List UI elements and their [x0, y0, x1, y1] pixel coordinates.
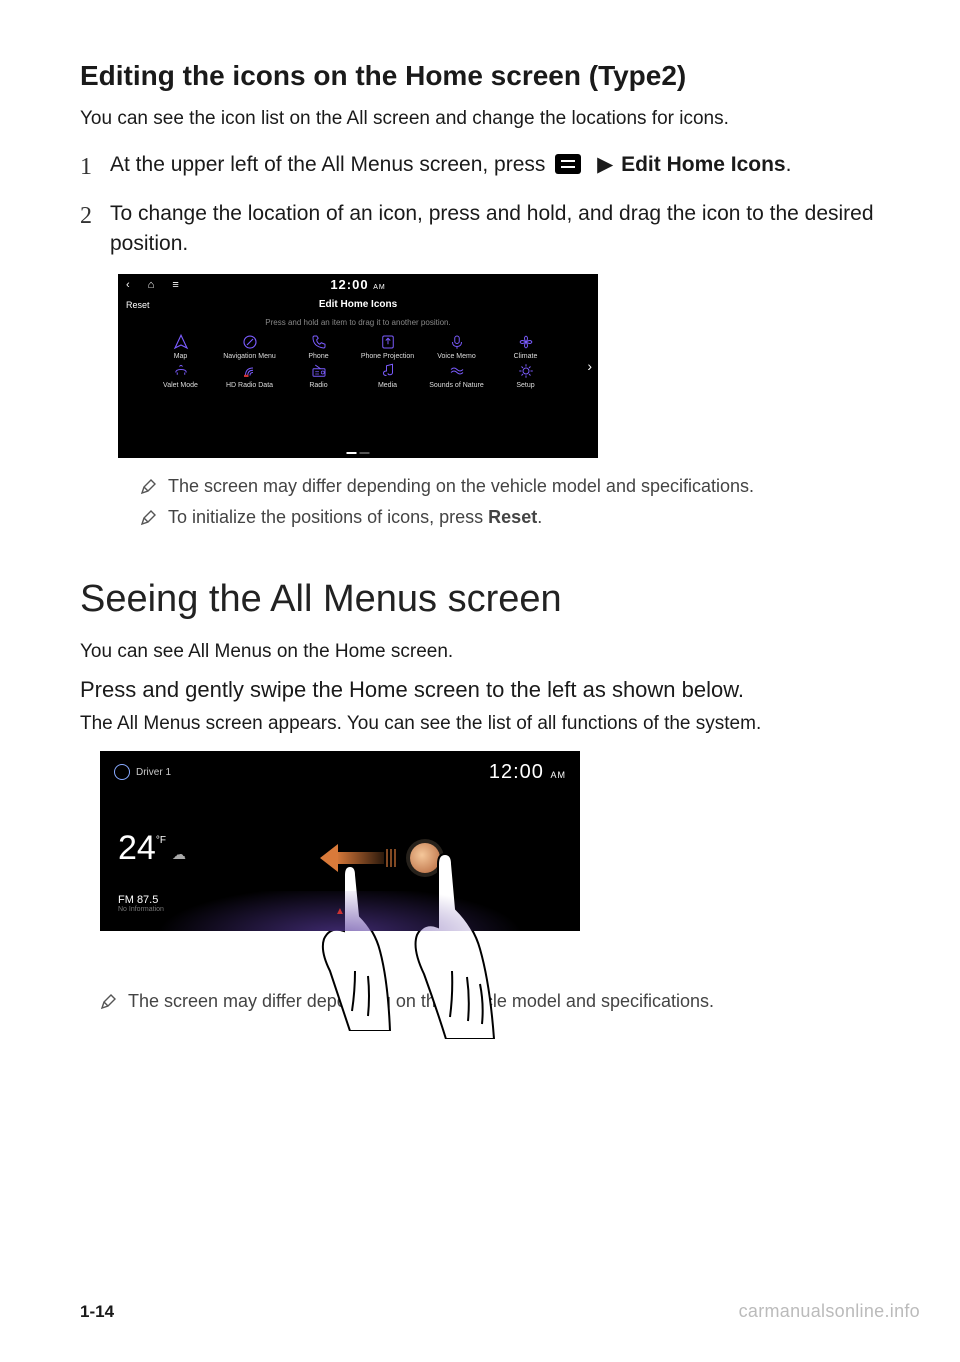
chevron-right-icon: › — [587, 358, 592, 374]
pencil-icon — [140, 479, 156, 495]
cell-media: Media — [355, 362, 420, 390]
cell-voice-memo: Voice Memo — [424, 333, 489, 361]
hamburger-icon: ≡ — [172, 279, 178, 291]
step-1: 1 At the upper left of the All Menus scr… — [80, 150, 880, 185]
reset-button: Reset — [126, 300, 150, 310]
caret-up-icon: ▲ — [335, 906, 345, 917]
step1-pre: At the upper left of the All Menus scree… — [110, 153, 551, 176]
edit-home-icons-screenshot: ‹ ⌂ ≡ 12:00 AM Reset Edit Home Icons Pre… — [118, 274, 598, 458]
home-screen-screenshot: Driver 1 12:00 AM 24°F☁ FM 87.5 No Infor… — [100, 751, 580, 931]
pencil-icon — [140, 510, 156, 526]
section2-sub: The All Menus screen appears. You can se… — [80, 713, 880, 735]
note-1: The screen may differ depending on the v… — [140, 476, 880, 497]
temperature-display: 24°F☁ — [118, 829, 186, 868]
steps-list: 1 At the upper left of the All Menus scr… — [80, 150, 880, 260]
cell-hd-radio-data: HD Radio Data — [217, 362, 282, 390]
caret-icon: ▶ — [597, 150, 613, 180]
section1-intro: You can see the icon list on the All scr… — [80, 108, 880, 130]
step2-text: To change the location of an icon, press… — [110, 199, 880, 260]
cell-phone-projection: Phone Projection — [355, 333, 420, 361]
section1-notes: The screen may differ depending on the v… — [140, 476, 880, 528]
pencil-icon — [100, 994, 116, 1010]
step1-period: . — [786, 153, 792, 176]
section1-title: Editing the icons on the Home screen (Ty… — [80, 60, 880, 92]
step-number-2: 2 — [80, 199, 110, 260]
cell-map: Map — [148, 333, 213, 361]
touch-point-icon — [410, 843, 440, 873]
note-2: To initialize the positions of icons, pr… — [140, 507, 880, 528]
clock-display: 12:00 AM — [489, 761, 566, 784]
section2-title: Seeing the All Menus screen — [80, 578, 880, 621]
driver-profile: Driver 1 — [114, 764, 171, 780]
cell-setup: Setup — [493, 362, 558, 390]
cell-phone: Phone — [286, 333, 351, 361]
icon-grid: Map Navigation Menu Phone Phone Projecti… — [118, 331, 598, 394]
cell-navigation-menu: Navigation Menu — [217, 333, 282, 361]
cell-climate: Climate — [493, 333, 558, 361]
radio-station: FM 87.5 No Information — [118, 894, 164, 913]
step-2: 2 To change the location of an icon, pre… — [80, 199, 880, 260]
section2-intro: You can see All Menus on the Home screen… — [80, 641, 880, 663]
watermark: carmanualsonline.info — [739, 1301, 920, 1322]
clock-display: 12:00 AM — [330, 277, 385, 292]
screen-title: Edit Home Icons — [319, 299, 397, 310]
back-icon: ‹ — [126, 279, 130, 291]
home-icon: ⌂ — [148, 279, 155, 291]
avatar-icon — [114, 764, 130, 780]
section2-notes: The screen may differ depending on the v… — [100, 991, 880, 1012]
step-number-1: 1 — [80, 150, 110, 185]
menu-icon — [555, 154, 581, 174]
weather-icon: ☁ — [172, 846, 186, 862]
note-3: The screen may differ depending on the v… — [100, 991, 880, 1012]
page-number: 1-14 — [80, 1302, 114, 1322]
cell-valet-mode: Valet Mode — [148, 362, 213, 390]
swipe-left-arrow-icon — [320, 849, 400, 867]
cell-sounds-of-nature: Sounds of Nature — [424, 362, 489, 390]
cell-radio: Radio — [286, 362, 351, 390]
pager-dots — [347, 452, 370, 454]
section2-instruction: Press and gently swipe the Home screen t… — [80, 677, 880, 703]
step1-action: Edit Home Icons — [615, 153, 785, 176]
hint-text: Press and hold an item to drag it to ano… — [118, 314, 598, 331]
